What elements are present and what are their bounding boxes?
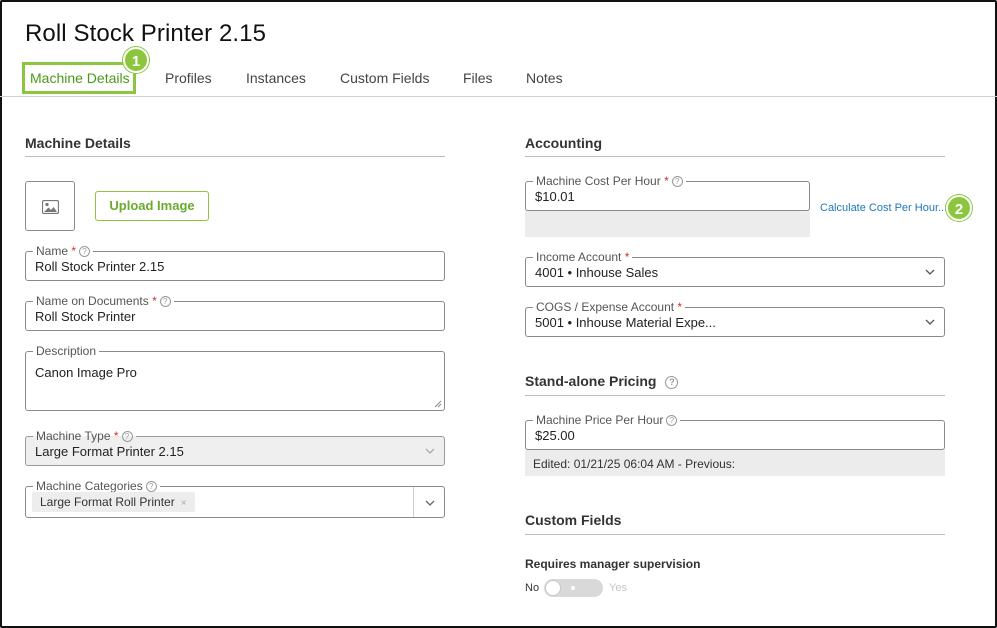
toggle-on-label: Yes (609, 582, 627, 594)
select-divider (413, 487, 414, 517)
help-icon: ? (666, 415, 678, 426)
help-icon: ? (671, 176, 683, 187)
help-icon: ? (159, 296, 171, 307)
section-divider (525, 395, 945, 396)
name-field[interactable]: Name *? Roll Stock Printer 2.15 (25, 244, 445, 281)
name-on-documents-label: Name on Documents *? (33, 294, 174, 308)
machine-type-label: Machine Type *? (33, 429, 136, 443)
cogs-account-select[interactable]: COGS / Expense Account * 5001 • Inhouse … (525, 300, 945, 337)
machine-details-heading: Machine Details (25, 135, 131, 151)
custom-fields-heading: Custom Fields (525, 512, 622, 528)
name-label: Name *? (33, 244, 94, 258)
name-on-documents-field[interactable]: Name on Documents *? Roll Stock Printer (25, 294, 445, 331)
section-divider (25, 156, 445, 157)
chevron-down-icon[interactable] (424, 497, 436, 509)
cogs-account-value: 5001 • Inhouse Material Expe... (535, 315, 716, 330)
edited-note: Edited: 01/21/25 06:04 AM - Previous: (533, 457, 736, 471)
machine-cost-label: Machine Cost Per Hour *? (533, 174, 686, 188)
section-divider (525, 534, 945, 535)
tab-machine-details[interactable]: Machine Details (30, 70, 130, 86)
image-placeholder[interactable] (25, 181, 75, 231)
callout-badge-2: 2 (946, 195, 972, 221)
income-account-select[interactable]: Income Account * 4001 • Inhouse Sales (525, 250, 945, 287)
chevron-down-icon (925, 269, 935, 275)
machine-cost-value: $10.01 (535, 189, 575, 204)
upload-image-button[interactable]: Upload Image (95, 191, 209, 221)
toggle-knob (545, 580, 561, 596)
cogs-account-label: COGS / Expense Account * (533, 300, 686, 314)
description-label: Description (33, 344, 100, 358)
accounting-heading: Accounting (525, 135, 602, 151)
callout-badge-1: 1 (123, 47, 149, 73)
category-tag: Large Format Roll Printer × (32, 492, 195, 512)
standalone-pricing-heading: Stand-alone Pricing? (525, 373, 679, 389)
machine-type-select[interactable]: Machine Type *? Large Format Printer 2.1… (25, 429, 445, 466)
supervision-toggle[interactable] (544, 579, 603, 597)
page-title: Roll Stock Printer 2.15 (25, 20, 267, 47)
income-account-value: 4001 • Inhouse Sales (535, 265, 659, 280)
tab-custom-fields[interactable]: Custom Fields (340, 70, 429, 86)
name-value: Roll Stock Printer 2.15 (35, 259, 165, 274)
toggle-indicator (571, 586, 575, 590)
tab-notes[interactable]: Notes (526, 70, 563, 86)
help-icon: ? (79, 246, 91, 257)
tab-instances[interactable]: Instances (246, 70, 306, 86)
tab-profiles[interactable]: Profiles (165, 70, 212, 86)
machine-price-per-hour-field[interactable]: Machine Price Per Hour? $25.00 (525, 413, 945, 450)
image-icon (42, 200, 59, 214)
description-field[interactable]: Description Canon Image Pro (25, 344, 445, 411)
section-divider (525, 156, 945, 157)
help-icon: ? (665, 376, 679, 389)
machine-price-value: $25.00 (535, 428, 575, 443)
calculate-cost-link[interactable]: Calculate Cost Per Hour... (820, 202, 947, 214)
tab-bar: Machine Details Profiles Instances Custo… (0, 60, 997, 97)
name-on-documents-value: Roll Stock Printer (35, 309, 136, 324)
remove-tag-icon[interactable]: × (181, 498, 187, 509)
income-account-label: Income Account * (533, 250, 633, 264)
requires-supervision-label: Requires manager supervision (525, 557, 701, 571)
machine-categories-select[interactable]: Machine Categories? Large Format Roll Pr… (25, 479, 445, 518)
help-icon: ? (121, 431, 133, 442)
tab-files[interactable]: Files (463, 70, 493, 86)
machine-cost-per-hour-field[interactable]: Machine Cost Per Hour *? $10.01 (525, 174, 810, 211)
chevron-down-icon (925, 319, 935, 325)
machine-type-value: Large Format Printer 2.15 (35, 444, 184, 459)
resize-handle-icon[interactable] (434, 400, 442, 408)
machine-price-label: Machine Price Per Hour? (533, 413, 681, 427)
chevron-down-icon (425, 448, 435, 454)
machine-categories-label: Machine Categories? (33, 479, 160, 493)
help-icon: ? (145, 481, 157, 492)
toggle-off-label: No (525, 582, 540, 594)
description-value: Canon Image Pro (35, 365, 137, 380)
